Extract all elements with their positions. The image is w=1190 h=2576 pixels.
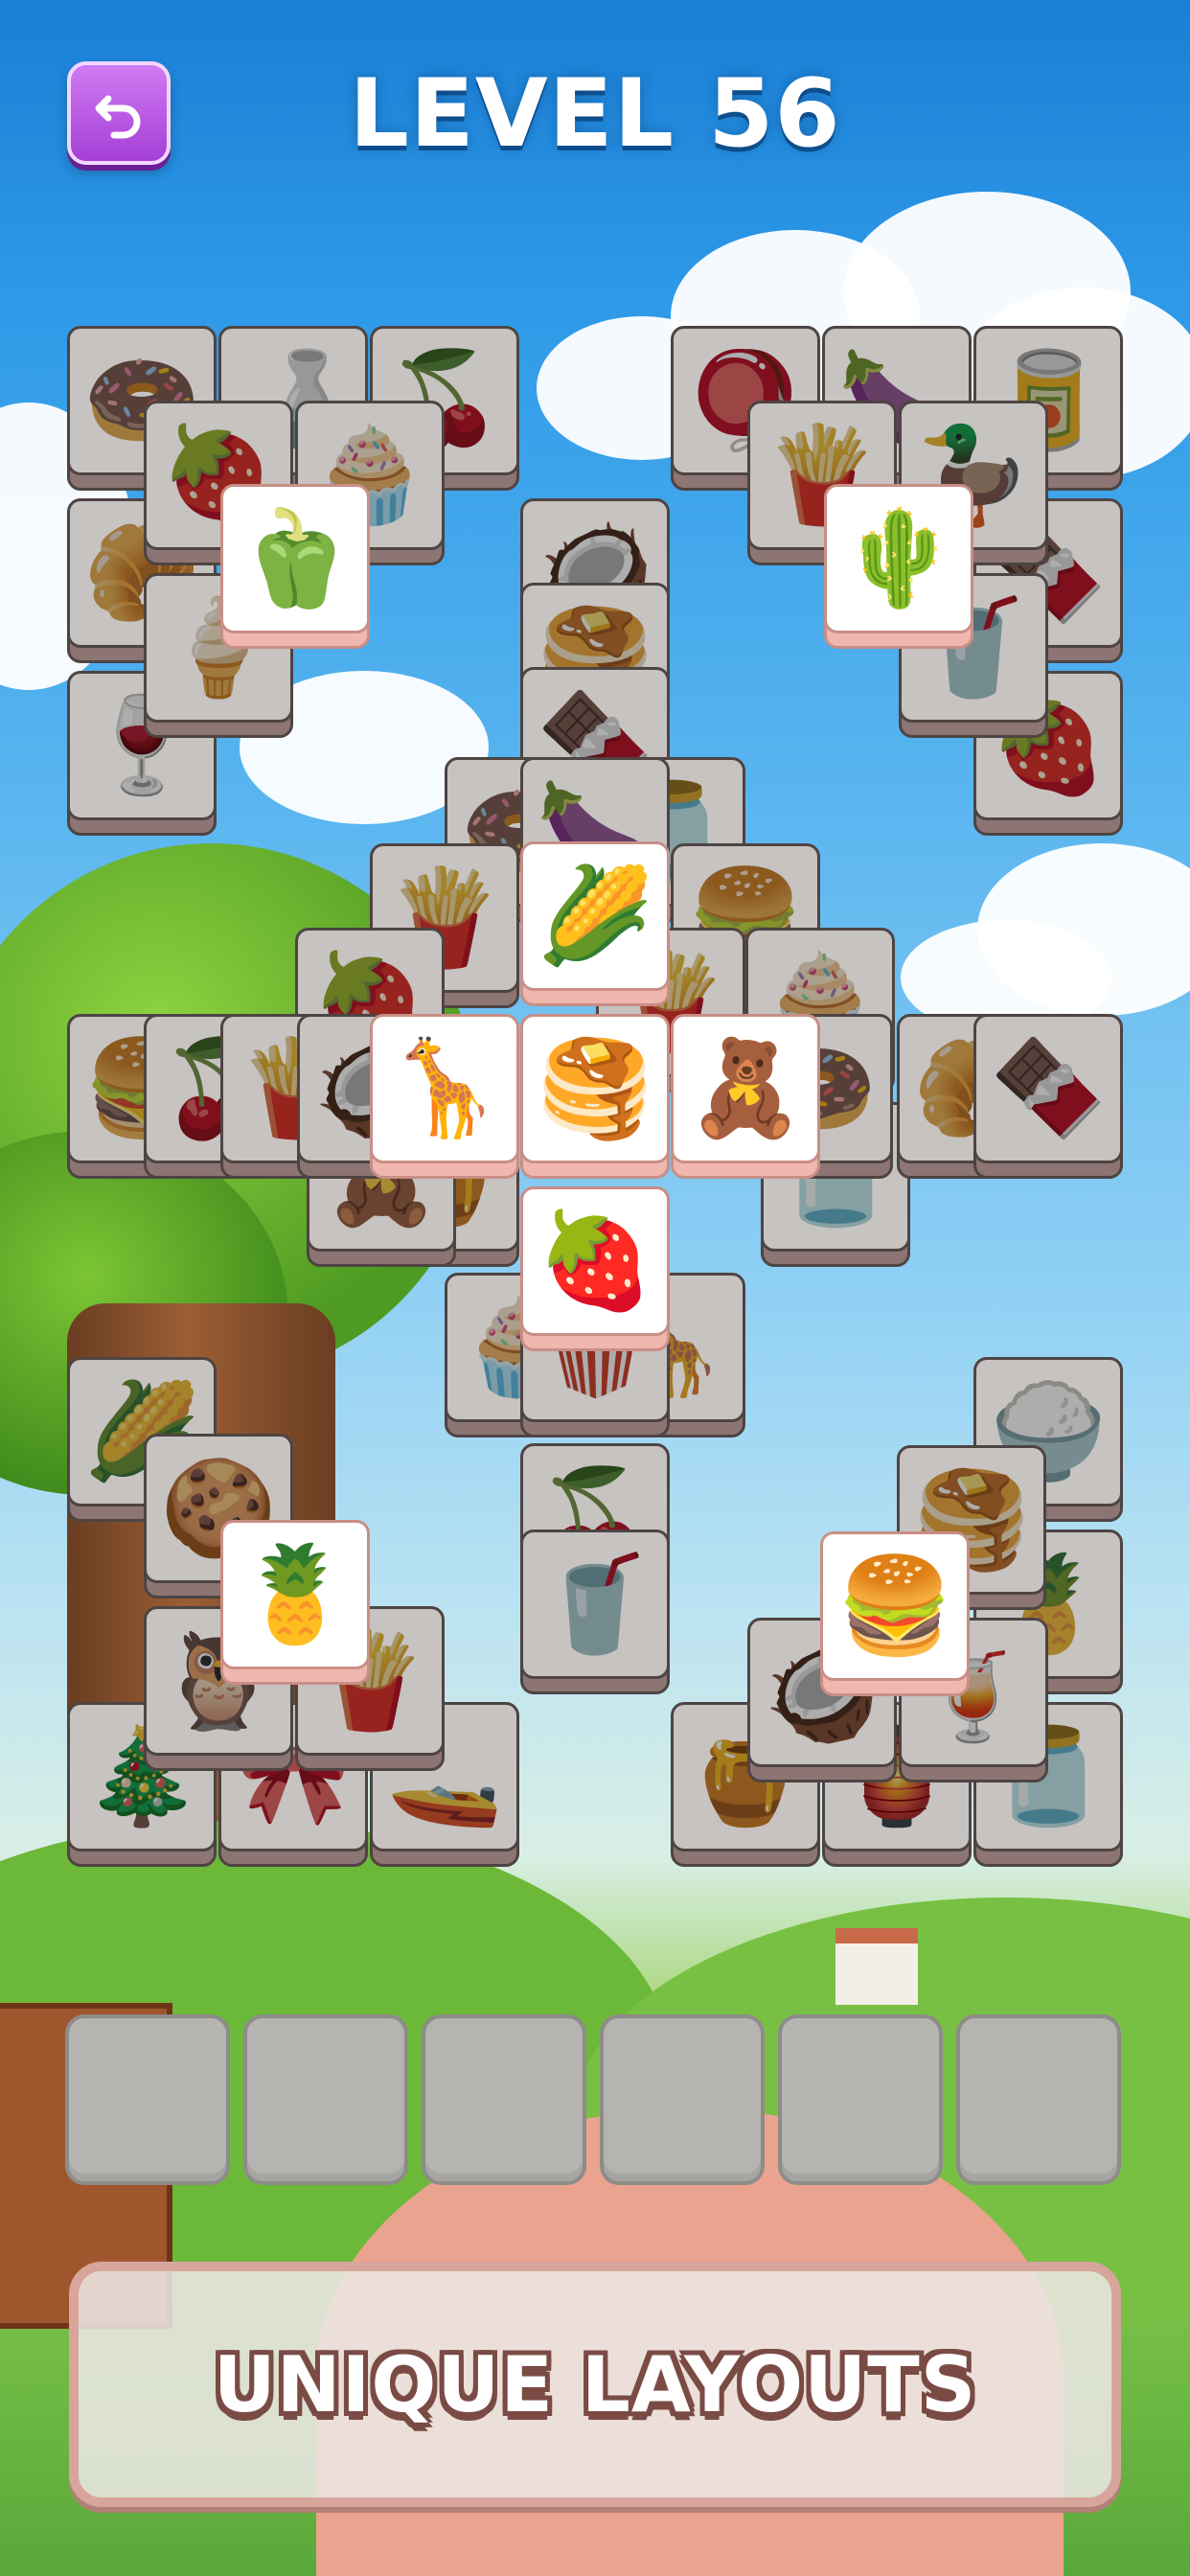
level-title: LEVEL 56 — [349, 59, 841, 169]
tile-face[interactable]: 🦒 — [370, 1014, 519, 1163]
cactus-pot-icon: 🌵 — [839, 504, 958, 613]
tile-corn[interactable]: 🌽 — [520, 841, 670, 1006]
promo-banner: UNIQUE LAYOUTS — [69, 2262, 1121, 2507]
tile-blender: 🥤 — [520, 1530, 670, 1694]
tile-face[interactable]: 🥞 — [520, 1014, 670, 1163]
tile-jam-jar[interactable]: 🍓 — [520, 1186, 670, 1351]
giraffe-icon: 🦒 — [385, 1034, 504, 1143]
tile-face: 🍫 — [973, 1014, 1123, 1163]
corn-icon: 🌽 — [536, 862, 654, 971]
banner-text: UNIQUE LAYOUTS — [213, 2340, 977, 2429]
tile-face[interactable]: 🌽 — [520, 841, 670, 991]
game-scene: LEVEL 56 🍩 🍶 🍒 🥐 🍓 🧁 🍷 🍦 🫑 🪀 🍆 🥫 🍫 🍟 🦆 🍓… — [0, 0, 1190, 2576]
tile-face[interactable]: 🍔 — [820, 1531, 970, 1681]
blender-icon: 🥤 — [536, 1550, 654, 1659]
tile-giraffe[interactable]: 🦒 — [370, 1014, 519, 1179]
tile-pineapple-pot[interactable]: 🍍 — [220, 1520, 370, 1685]
burger-icon: 🍔 — [835, 1552, 954, 1661]
tile-cactus-pot[interactable]: 🌵 — [824, 484, 973, 649]
jam-jar-icon: 🍓 — [536, 1207, 654, 1316]
tile-face: 🥤 — [520, 1530, 670, 1679]
bell-pepper-icon: 🫑 — [236, 504, 355, 613]
pancakes-icon: 🥞 — [536, 1034, 654, 1143]
tile-face[interactable]: 🌵 — [824, 484, 973, 633]
tray-slot — [243, 2014, 408, 2185]
tile-teddy-bear[interactable]: 🧸 — [671, 1014, 820, 1179]
pineapple-pot-icon: 🍍 — [236, 1540, 355, 1649]
tray-slot — [956, 2014, 1121, 2185]
tile-burger[interactable]: 🍔 — [820, 1531, 970, 1696]
tile-face[interactable]: 🫑 — [220, 484, 370, 633]
chocolate-bar-icon: 🍫 — [989, 1034, 1108, 1143]
farmhouse — [835, 1928, 918, 2005]
tile-bell-pepper[interactable]: 🫑 — [220, 484, 370, 649]
tray-slot — [65, 2014, 230, 2185]
tray-slot — [422, 2014, 586, 2185]
tile-face[interactable]: 🍍 — [220, 1520, 370, 1669]
tray-slot — [778, 2014, 943, 2185]
tile-face[interactable]: 🧸 — [671, 1014, 820, 1163]
teddy-bear-icon: 🧸 — [686, 1034, 805, 1143]
tile-chocolate-bar: 🍫 — [973, 1014, 1123, 1179]
tray-slot — [600, 2014, 765, 2185]
tile-tray — [65, 2014, 1125, 2187]
tile-face[interactable]: 🍓 — [520, 1186, 670, 1336]
tile-pancakes[interactable]: 🥞 — [520, 1014, 670, 1179]
